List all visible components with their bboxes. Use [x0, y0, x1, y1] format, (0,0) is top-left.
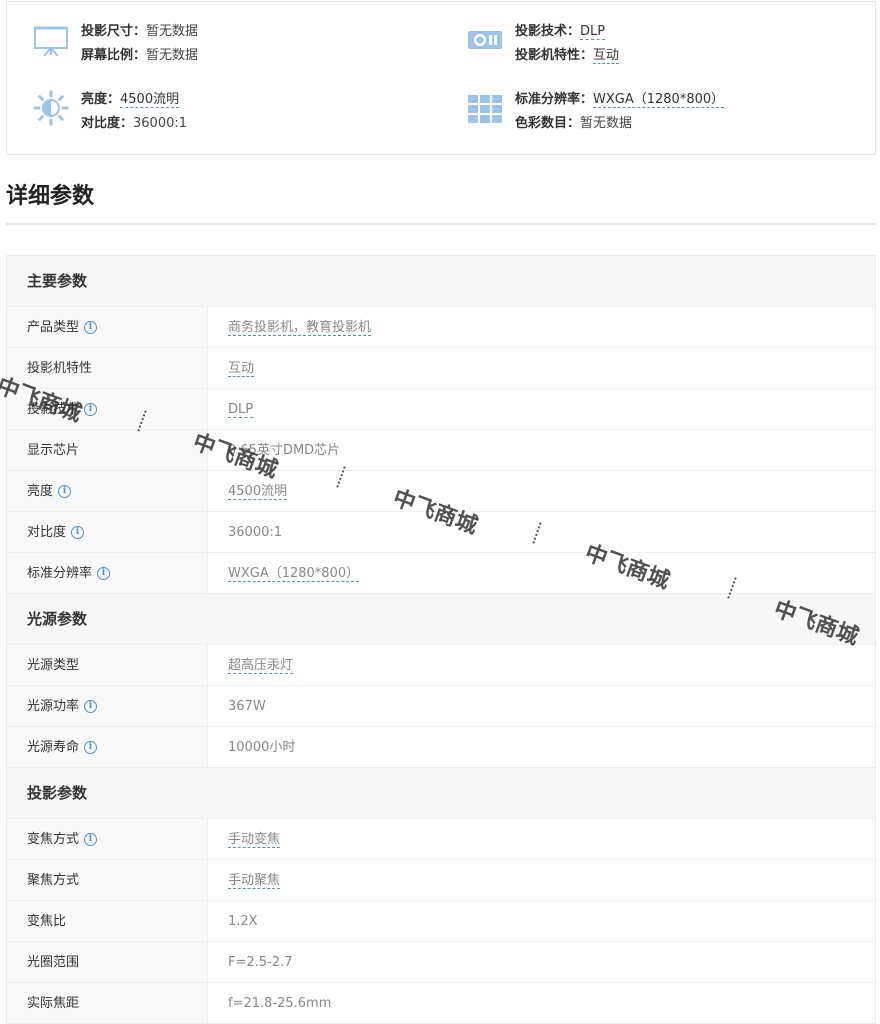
brightness-value-link[interactable]: 4500流明 [120, 92, 180, 108]
info-icon[interactable]: i [58, 484, 72, 498]
row-label: 投影机特性 [27, 360, 93, 376]
table-row: 光源功率 i 367W [7, 686, 875, 727]
tech-key: 投影技术： [515, 24, 581, 39]
table-row: 亮度 i 4500流明 [7, 471, 875, 512]
table-row: 投影机特性 互动 [7, 348, 875, 389]
spec-summary: 投影尺寸：暂无数据 屏幕比例：暂无数据 投影技术：DLP 投影机特性：互动 亮度… [6, 1, 876, 155]
row-label: 光圈范围 [27, 954, 80, 970]
row-label: 对比度 [27, 524, 67, 540]
group-header: 主要参数 [7, 256, 875, 307]
info-icon[interactable]: i [84, 832, 98, 846]
table-row: 标准分辨率 i WXGA（1280*800） [7, 553, 875, 594]
table-row: 实际焦距 f=21.8-25.6mm [7, 983, 875, 1024]
table-row: 光源类型 超高压汞灯 [7, 645, 875, 686]
row-value-link[interactable]: DLP [228, 402, 254, 418]
row-label: 标准分辨率 [27, 565, 93, 581]
table-row: 投影技术 i DLP [7, 389, 875, 430]
summary-resolution: 标准分辨率：WXGA（1280*800） 色彩数目：暂无数据 [467, 88, 725, 136]
row-label: 变焦比 [27, 913, 67, 929]
group-header: 投影参数 [7, 768, 875, 819]
summary-screen: 投影尺寸：暂无数据 屏幕比例：暂无数据 [33, 20, 198, 68]
info-icon[interactable]: i [84, 402, 98, 416]
row-label: 变焦方式 [27, 831, 80, 847]
brightness-key: 亮度： [81, 92, 121, 107]
row-value-link[interactable]: WXGA（1280*800） [228, 566, 360, 582]
table-row: 变焦比 1.2X [7, 901, 875, 942]
contrast-key: 对比度： [81, 116, 134, 131]
row-value-link[interactable]: 互动 [228, 361, 255, 377]
table-row: 显示芯片 0.65英寸DMD芯片 [7, 430, 875, 471]
row-value-link[interactable]: 商务投影机，教育投影机 [228, 320, 372, 336]
table-row: 变焦方式 i 手动变焦 [7, 819, 875, 860]
ratio-key: 屏幕比例： [81, 48, 147, 63]
group-header: 光源参数 [7, 594, 875, 645]
table-row: 对比度 i 36000:1 [7, 512, 875, 553]
row-value-link[interactable]: 4500流明 [228, 484, 288, 500]
param-table: 主要参数 产品类型 i 商务投影机，教育投影机 投影机特性 互动 投影技术 i DL… [6, 255, 876, 1024]
table-row: 光圈范围 F=2.5-2.7 [7, 942, 875, 983]
info-icon[interactable]: i [84, 699, 98, 713]
section-title: 详细参数 [6, 184, 95, 209]
row-label: 光源类型 [27, 657, 80, 673]
ratio-value: 暂无数据 [146, 48, 199, 63]
table-row: 光源寿命 i 10000小时 [7, 727, 875, 768]
resolution-key: 标准分辨率： [515, 92, 594, 107]
color-key: 色彩数目： [515, 116, 581, 131]
row-label: 亮度 [27, 483, 54, 499]
projection-screen-icon [34, 26, 68, 57]
row-value-link[interactable]: 超高压汞灯 [228, 658, 294, 674]
info-icon[interactable]: i [71, 525, 85, 539]
summary-brightness: 亮度：4500流明 对比度：36000:1 [33, 88, 187, 136]
row-value-link[interactable]: 手动聚焦 [228, 873, 281, 889]
size-value: 暂无数据 [146, 24, 199, 39]
title-divider [6, 223, 876, 225]
row-label: 投影技术 [27, 401, 80, 417]
row-value-link[interactable]: 手动变焦 [228, 832, 281, 848]
projector-icon [468, 31, 502, 49]
row-label: 实际焦距 [27, 995, 80, 1011]
resolution-value-link[interactable]: WXGA（1280*800） [593, 92, 725, 108]
row-value: 36000:1 [228, 525, 283, 540]
table-row: 产品类型 i 商务投影机，教育投影机 [7, 307, 875, 348]
row-label: 光源寿命 [27, 739, 80, 755]
row-value: f=21.8-25.6mm [228, 996, 332, 1011]
row-value: 1.2X [228, 914, 258, 929]
size-key: 投影尺寸： [81, 24, 147, 39]
row-value: 10000小时 [228, 740, 296, 755]
row-label: 光源功率 [27, 698, 80, 714]
resolution-grid-icon [468, 95, 502, 123]
row-label: 产品类型 [27, 319, 80, 335]
brightness-icon [33, 90, 69, 126]
row-label: 聚焦方式 [27, 872, 80, 888]
contrast-value: 36000:1 [133, 116, 188, 131]
row-value: 367W [228, 699, 266, 714]
row-value: 0.65英寸DMD芯片 [228, 443, 341, 458]
row-value: F=2.5-2.7 [228, 955, 293, 970]
info-icon[interactable]: i [84, 320, 98, 334]
feature-key: 投影机特性： [515, 48, 594, 63]
table-row: 聚焦方式 手动聚焦 [7, 860, 875, 901]
feature-value-link[interactable]: 互动 [593, 48, 620, 64]
tech-value-link[interactable]: DLP [580, 24, 606, 40]
row-label: 显示芯片 [27, 442, 80, 458]
info-icon[interactable]: i [84, 740, 98, 754]
color-value: 暂无数据 [580, 116, 633, 131]
info-icon[interactable]: i [97, 566, 111, 580]
summary-tech: 投影技术：DLP 投影机特性：互动 [467, 20, 620, 68]
